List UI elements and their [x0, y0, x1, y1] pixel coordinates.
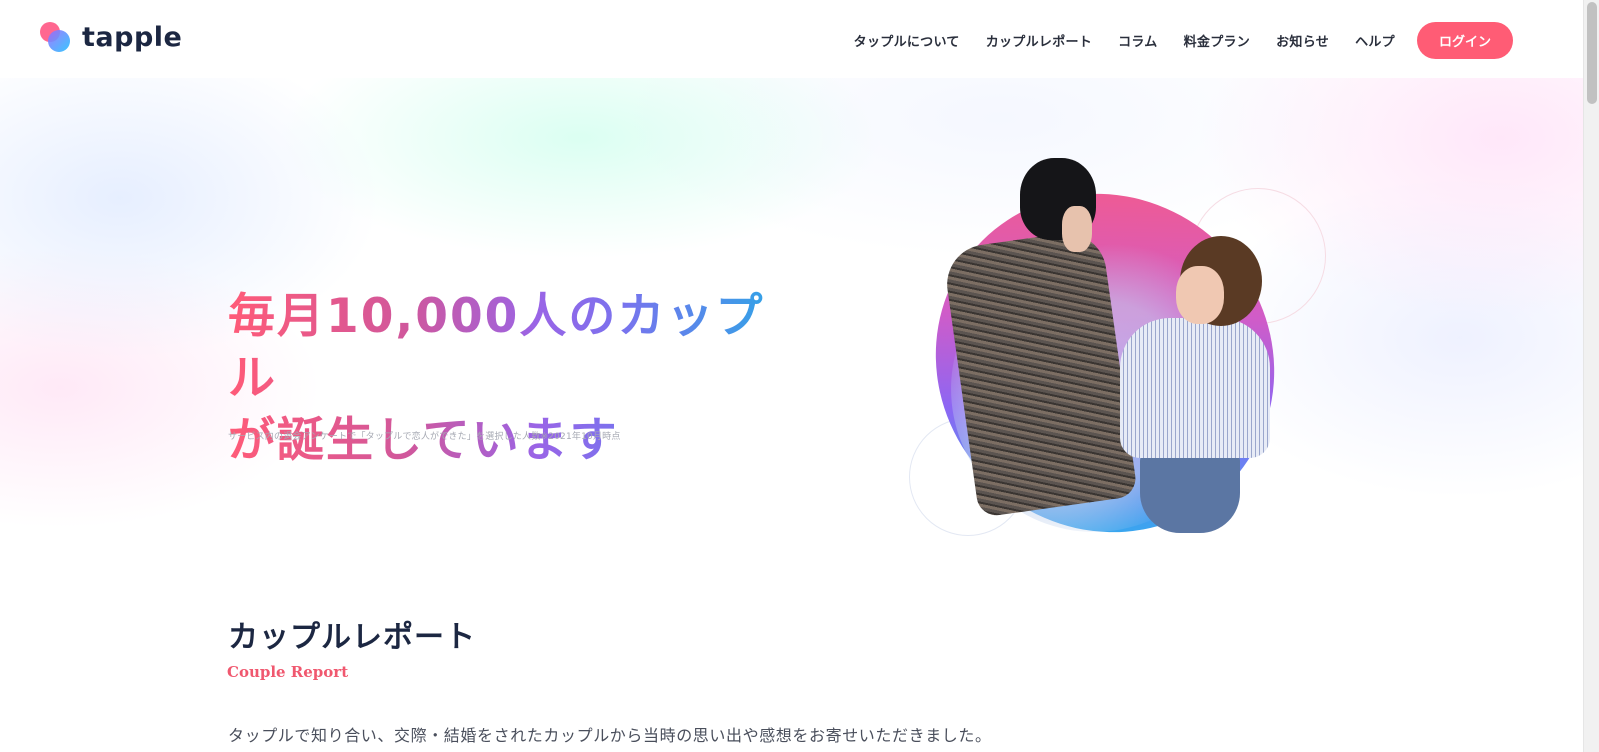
- nav-item-column[interactable]: コラム: [1118, 31, 1158, 50]
- nav-item-pricing[interactable]: 料金プラン: [1184, 31, 1251, 50]
- hero-footnote: サービス内の退会アンケートで「タップルで恋人ができた」を選択した人数※2021年…: [228, 432, 621, 442]
- woman-jeans: [1140, 453, 1240, 533]
- scrollbar-thumb[interactable]: [1587, 2, 1597, 104]
- hero-title: 毎月10,000人のカップル が誕生しています: [228, 286, 788, 472]
- nav-item-couple-report[interactable]: カップルレポート: [986, 31, 1092, 50]
- hero-couple-image: [865, 123, 1345, 578]
- logo-link[interactable]: tapple: [40, 20, 182, 54]
- nav-item-news[interactable]: お知らせ: [1276, 31, 1329, 50]
- site-header: tapple タップルについて カップルレポート コラム 料金プラン お知らせ …: [0, 0, 1583, 78]
- man-face: [1062, 206, 1092, 252]
- section-subtitle: Couple Report: [227, 663, 349, 681]
- woman-figure: [1120, 318, 1270, 458]
- section-title: カップルレポート: [228, 620, 476, 655]
- login-button[interactable]: ログイン: [1416, 22, 1513, 59]
- section-description: タップルで知り合い、交際・結婚をされたカップルから当時の思い出や感想をお寄せいた…: [228, 726, 992, 745]
- nav-item-help[interactable]: ヘルプ: [1355, 31, 1395, 50]
- main-nav: タップルについて カップルレポート コラム 料金プラン お知らせ ヘルプ ログイ…: [854, 22, 1513, 59]
- tapple-logo-icon: [40, 20, 74, 54]
- hero-title-line1: 毎月10,000人のカップル: [228, 289, 765, 406]
- logo-text: tapple: [82, 21, 183, 53]
- nav-item-about[interactable]: タップルについて: [854, 31, 960, 50]
- hero-section: 毎月10,000人のカップル が誕生しています サービス内の退会アンケートで「タ…: [0, 78, 1583, 578]
- page-scrollbar[interactable]: [1583, 0, 1599, 752]
- woman-face: [1176, 266, 1224, 324]
